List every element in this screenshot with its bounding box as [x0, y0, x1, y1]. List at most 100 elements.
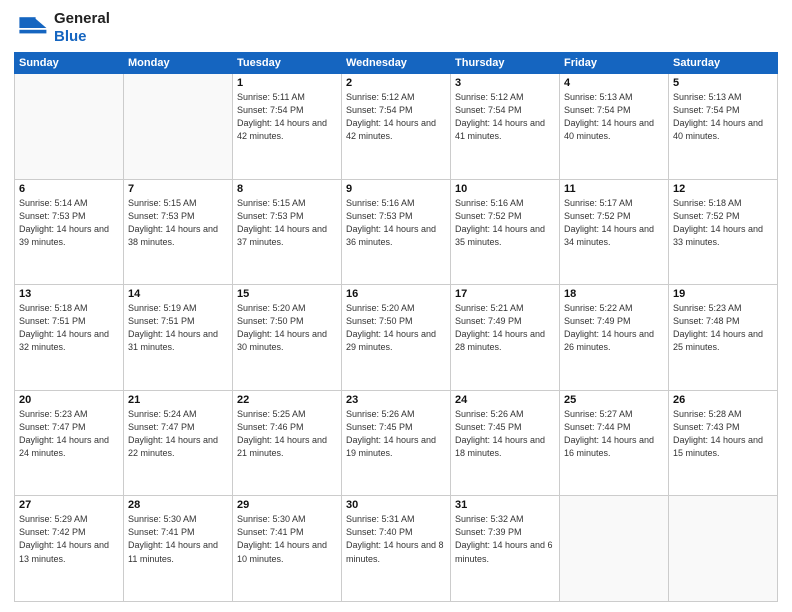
- weekday-header: Thursday: [451, 53, 560, 74]
- day-info: Sunrise: 5:19 AMSunset: 7:51 PMDaylight:…: [128, 302, 228, 354]
- calendar-week-row: 27Sunrise: 5:29 AMSunset: 7:42 PMDayligh…: [15, 496, 778, 602]
- calendar-cell: 15Sunrise: 5:20 AMSunset: 7:50 PMDayligh…: [233, 285, 342, 391]
- day-info: Sunrise: 5:23 AMSunset: 7:47 PMDaylight:…: [19, 408, 119, 460]
- calendar-cell: 13 Sunrise: 5:18 AMSunset: 7:51 PMDayligh…: [15, 285, 124, 391]
- day-number: 26: [673, 394, 773, 406]
- logo-icon: [14, 10, 50, 46]
- calendar-cell: 5 Sunrise: 5:13 AMSunset: 7:54 PMDaylight…: [669, 74, 778, 180]
- calendar-cell: 9 Sunrise: 5:16 AMSunset: 7:53 PMDaylight…: [342, 179, 451, 285]
- weekday-header: Friday: [560, 53, 669, 74]
- day-info: Sunrise: 5:30 AMSunset: 7:41 PMDaylight:…: [128, 513, 228, 565]
- calendar-week-row: 20 Sunrise: 5:23 AMSunset: 7:47 PMDayligh…: [15, 390, 778, 496]
- day-number: 1: [237, 77, 337, 89]
- day-info: Sunrise: 5:21 AMSunset: 7:49 PMDaylight:…: [455, 302, 555, 354]
- day-number: 20: [19, 394, 119, 406]
- day-number: 30: [346, 499, 446, 511]
- day-number: 5: [673, 77, 773, 89]
- weekday-header: Tuesday: [233, 53, 342, 74]
- day-info: Sunrise: 5:24 AMSunset: 7:47 PMDaylight:…: [128, 408, 228, 460]
- day-number: 19: [673, 288, 773, 300]
- calendar-cell: 6Sunrise: 5:14 AMSunset: 7:53 PMDaylight…: [15, 179, 124, 285]
- calendar-week-row: 6Sunrise: 5:14 AMSunset: 7:53 PMDaylight…: [15, 179, 778, 285]
- calendar-week-row: 13 Sunrise: 5:18 AMSunset: 7:51 PMDayligh…: [15, 285, 778, 391]
- calendar-cell: 2 Sunrise: 5:12 AMSunset: 7:54 PMDaylight…: [342, 74, 451, 180]
- weekday-header: Saturday: [669, 53, 778, 74]
- day-number: 22: [237, 394, 337, 406]
- day-number: 31: [455, 499, 555, 511]
- day-info: Sunrise: 5:15 AMSunset: 7:53 PMDaylight:…: [128, 197, 228, 249]
- day-number: 7: [128, 183, 228, 195]
- calendar-cell: 28 Sunrise: 5:30 AMSunset: 7:41 PMDayligh…: [124, 496, 233, 602]
- weekday-header: Monday: [124, 53, 233, 74]
- day-info: Sunrise: 5:13 AMSunset: 7:54 PMDaylight:…: [564, 91, 664, 143]
- day-info: Sunrise: 5:22 AMSunset: 7:49 PMDaylight:…: [564, 302, 664, 354]
- calendar-cell: 3Sunrise: 5:12 AMSunset: 7:54 PMDaylight…: [451, 74, 560, 180]
- day-number: 9: [346, 183, 446, 195]
- day-number: 3: [455, 77, 555, 89]
- calendar-cell: 14 Sunrise: 5:19 AMSunset: 7:51 PMDayligh…: [124, 285, 233, 391]
- calendar-cell: 8 Sunrise: 5:15 AMSunset: 7:53 PMDaylight…: [233, 179, 342, 285]
- day-number: 17: [455, 288, 555, 300]
- day-info: Sunrise: 5:18 AMSunset: 7:51 PMDaylight:…: [19, 302, 119, 354]
- day-info: Sunrise: 5:13 AMSunset: 7:54 PMDaylight:…: [673, 91, 773, 143]
- day-info: Sunrise: 5:23 AMSunset: 7:48 PMDaylight:…: [673, 302, 773, 354]
- day-number: 23: [346, 394, 446, 406]
- day-number: 13: [19, 288, 119, 300]
- header: General Blue: [14, 10, 778, 46]
- day-number: 16: [346, 288, 446, 300]
- day-number: 29: [237, 499, 337, 511]
- calendar-cell: 22 Sunrise: 5:25 AMSunset: 7:46 PMDayligh…: [233, 390, 342, 496]
- calendar-cell: [15, 74, 124, 180]
- day-info: Sunrise: 5:32 AMSunset: 7:39 PMDaylight:…: [455, 513, 555, 565]
- calendar-cell: 18Sunrise: 5:22 AMSunset: 7:49 PMDayligh…: [560, 285, 669, 391]
- day-info: Sunrise: 5:16 AMSunset: 7:52 PMDaylight:…: [455, 197, 555, 249]
- calendar-cell: 17 Sunrise: 5:21 AMSunset: 7:49 PMDayligh…: [451, 285, 560, 391]
- day-info: Sunrise: 5:15 AMSunset: 7:53 PMDaylight:…: [237, 197, 337, 249]
- day-info: Sunrise: 5:26 AMSunset: 7:45 PMDaylight:…: [346, 408, 446, 460]
- day-number: 21: [128, 394, 228, 406]
- day-number: 24: [455, 394, 555, 406]
- calendar-header-row: SundayMondayTuesdayWednesdayThursdayFrid…: [15, 53, 778, 74]
- day-info: Sunrise: 5:12 AMSunset: 7:54 PMDaylight:…: [346, 91, 446, 143]
- day-info: Sunrise: 5:11 AMSunset: 7:54 PMDaylight:…: [237, 91, 337, 143]
- day-number: 12: [673, 183, 773, 195]
- day-number: 8: [237, 183, 337, 195]
- day-number: 4: [564, 77, 664, 89]
- page: General Blue SundayMondayTuesdayWednesda…: [0, 0, 792, 612]
- calendar-cell: 21 Sunrise: 5:24 AMSunset: 7:47 PMDayligh…: [124, 390, 233, 496]
- calendar-cell: [560, 496, 669, 602]
- day-number: 25: [564, 394, 664, 406]
- day-number: 6: [19, 183, 119, 195]
- weekday-header: Sunday: [15, 53, 124, 74]
- calendar-cell: 4 Sunrise: 5:13 AMSunset: 7:54 PMDaylight…: [560, 74, 669, 180]
- calendar-cell: 7 Sunrise: 5:15 AMSunset: 7:53 PMDaylight…: [124, 179, 233, 285]
- calendar-cell: [124, 74, 233, 180]
- calendar-cell: 1 Sunrise: 5:11 AMSunset: 7:54 PMDaylight…: [233, 74, 342, 180]
- calendar-cell: 26 Sunrise: 5:28 AMSunset: 7:43 PMDayligh…: [669, 390, 778, 496]
- calendar-cell: 23 Sunrise: 5:26 AMSunset: 7:45 PMDayligh…: [342, 390, 451, 496]
- day-info: Sunrise: 5:28 AMSunset: 7:43 PMDaylight:…: [673, 408, 773, 460]
- calendar-cell: 30 Sunrise: 5:31 AMSunset: 7:40 PMDayligh…: [342, 496, 451, 602]
- calendar-cell: 24 Sunrise: 5:26 AMSunset: 7:45 PMDayligh…: [451, 390, 560, 496]
- day-info: Sunrise: 5:26 AMSunset: 7:45 PMDaylight:…: [455, 408, 555, 460]
- calendar-cell: 20 Sunrise: 5:23 AMSunset: 7:47 PMDayligh…: [15, 390, 124, 496]
- day-info: Sunrise: 5:31 AMSunset: 7:40 PMDaylight:…: [346, 513, 446, 565]
- calendar-cell: 25 Sunrise: 5:27 AMSunset: 7:44 PMDayligh…: [560, 390, 669, 496]
- day-info: Sunrise: 5:18 AMSunset: 7:52 PMDaylight:…: [673, 197, 773, 249]
- day-info: Sunrise: 5:16 AMSunset: 7:53 PMDaylight:…: [346, 197, 446, 249]
- day-info: Sunrise: 5:29 AMSunset: 7:42 PMDaylight:…: [19, 513, 119, 565]
- calendar-cell: 31 Sunrise: 5:32 AMSunset: 7:39 PMDayligh…: [451, 496, 560, 602]
- calendar-cell: 10Sunrise: 5:16 AMSunset: 7:52 PMDayligh…: [451, 179, 560, 285]
- calendar-cell: 16Sunrise: 5:20 AMSunset: 7:50 PMDayligh…: [342, 285, 451, 391]
- day-info: Sunrise: 5:17 AMSunset: 7:52 PMDaylight:…: [564, 197, 664, 249]
- day-number: 11: [564, 183, 664, 195]
- day-info: Sunrise: 5:27 AMSunset: 7:44 PMDaylight:…: [564, 408, 664, 460]
- calendar-cell: [669, 496, 778, 602]
- calendar-table: SundayMondayTuesdayWednesdayThursdayFrid…: [14, 52, 778, 602]
- day-number: 28: [128, 499, 228, 511]
- day-number: 2: [346, 77, 446, 89]
- logo-text: General Blue: [54, 10, 110, 46]
- calendar-cell: 27Sunrise: 5:29 AMSunset: 7:42 PMDayligh…: [15, 496, 124, 602]
- day-number: 14: [128, 288, 228, 300]
- day-info: Sunrise: 5:25 AMSunset: 7:46 PMDaylight:…: [237, 408, 337, 460]
